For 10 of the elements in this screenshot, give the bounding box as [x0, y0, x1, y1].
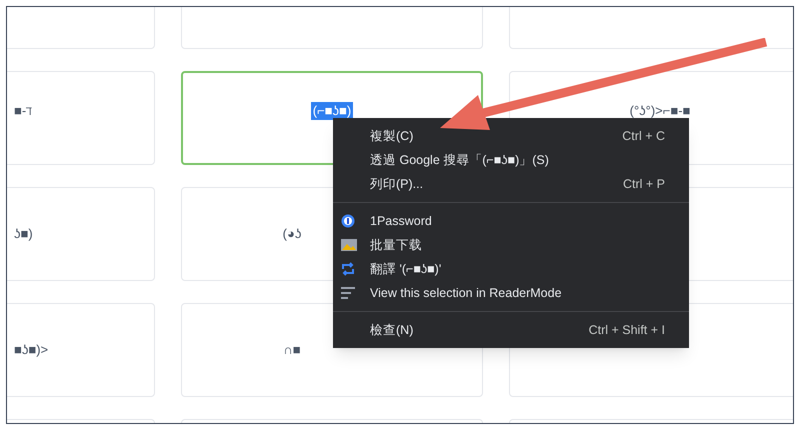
- kaomoji-text: ∩■: [282, 341, 302, 359]
- kaomoji-text: (⌐■ʖ■): [310, 102, 354, 120]
- shortcut-text: Ctrl + P: [622, 176, 665, 193]
- shortcut-text: Ctrl + C: [622, 128, 665, 145]
- kaomoji-text: ■ʖ■)>: [13, 341, 50, 359]
- kaomoji-text: (◕ʖ: [282, 225, 302, 243]
- kaomoji-text: (°ʖ°)>⌐■-■: [628, 102, 692, 120]
- kaomoji-text: ʖ■): [13, 225, 34, 243]
- kaomoji-text: ■-ℸ: [13, 102, 34, 120]
- shortcut-text: Ctrl + Shift + I: [588, 322, 665, 339]
